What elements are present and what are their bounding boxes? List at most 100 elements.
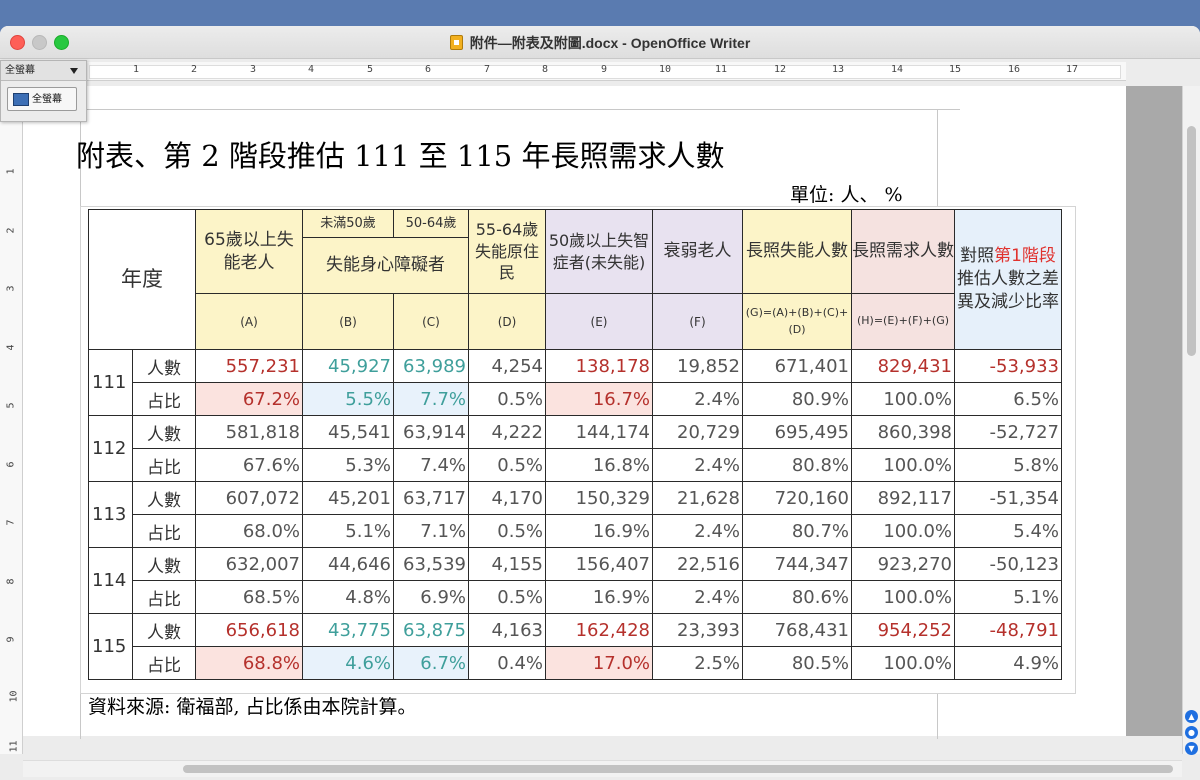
title-bar: 附件—附表及附圖.docx - OpenOffice Writer <box>0 26 1200 59</box>
ruler-number: 14 <box>891 64 904 75</box>
share-cell: 2.4% <box>652 382 743 416</box>
count-cell: 860,398 <box>851 415 955 449</box>
year-cell: 113 <box>88 481 133 548</box>
previous-page-icon[interactable]: ▲ <box>1185 710 1198 723</box>
count-cell: 632,007 <box>195 547 303 581</box>
table-row: 113 人數 607,072 45,201 63,717 4,170 150,329 21,6… <box>88 481 1062 548</box>
count-cell: 923,270 <box>851 547 955 581</box>
count-cell: 581,818 <box>195 415 303 449</box>
ruler-number: 9 <box>601 64 608 75</box>
count-cell: 43,775 <box>302 613 394 647</box>
col-bc-header: 失能身心障礙者 <box>302 237 469 294</box>
count-cell: 162,428 <box>545 613 653 647</box>
count-cell: -52,727 <box>954 415 1062 449</box>
share-cell: 4.6% <box>302 646 394 680</box>
navigator-icon[interactable]: ● <box>1185 726 1198 739</box>
care-demand-table: 年度 65歲以上失能老人 未滿50歲 50-64歲 55-64歲失能原住民 50… <box>88 209 1062 680</box>
row-label-count: 人數 <box>132 547 196 581</box>
ruler-number: 10 <box>8 690 20 703</box>
count-cell: 21,628 <box>652 481 743 515</box>
ruler-number: 13 <box>832 64 845 75</box>
count-cell: 695,495 <box>742 415 852 449</box>
count-cell: 150,329 <box>545 481 653 515</box>
count-cell: 45,201 <box>302 481 394 515</box>
share-cell: 6.9% <box>393 580 469 614</box>
table-row: 占比 68.0% 5.1% 7.1% 0.5% 16.9% 2.4% 80.7% 100.0% 5… <box>89 514 1062 548</box>
share-cell: 4.8% <box>302 580 394 614</box>
count-cell: 63,989 <box>393 349 469 383</box>
horizontal-scrollbar[interactable] <box>23 760 1182 777</box>
ruler-number: 4 <box>5 344 17 351</box>
horizontal-scroll-thumb[interactable] <box>183 765 1173 773</box>
count-cell: 63,539 <box>393 547 469 581</box>
ruler-number: 6 <box>425 64 432 75</box>
ruler-number: 11 <box>8 740 20 753</box>
next-page-icon[interactable]: ▼ <box>1185 742 1198 755</box>
share-cell: 100.0% <box>851 646 955 680</box>
share-cell: 0.5% <box>468 514 546 548</box>
share-cell: 80.8% <box>742 448 852 482</box>
share-cell: 67.2% <box>195 382 303 416</box>
source-note: 資料來源: 衛福部, 占比係由本院計算。 <box>88 696 417 718</box>
col-a-code: (A) <box>195 293 303 350</box>
vertical-ruler[interactable]: 1 2 3 4 5 6 7 8 9 10 11 <box>0 86 23 754</box>
count-cell: 22,516 <box>652 547 743 581</box>
share-cell: 80.9% <box>742 382 852 416</box>
count-cell: 607,072 <box>195 481 303 515</box>
count-cell: 144,174 <box>545 415 653 449</box>
year-cell: 112 <box>88 415 133 482</box>
fullscreen-toolbar-header[interactable]: 全螢幕 <box>1 61 86 81</box>
share-cell: 0.5% <box>468 382 546 416</box>
table-row: 占比 67.2% 5.5% 7.7% 0.5% 16.7% 2.4% 80.9% 100.0% 6… <box>89 382 1062 416</box>
share-cell: 2.5% <box>652 646 743 680</box>
table-row: 111 人數 557,231 45,927 63,989 4,254 138,178 19,8… <box>88 349 1062 416</box>
ruler-number: 5 <box>5 402 17 409</box>
share-cell: 0.4% <box>468 646 546 680</box>
share-cell: 5.4% <box>954 514 1062 548</box>
share-cell: 5.1% <box>954 580 1062 614</box>
count-cell: 63,914 <box>393 415 469 449</box>
count-cell: 768,431 <box>742 613 852 647</box>
vertical-scroll-thumb[interactable] <box>1187 126 1196 356</box>
ruler-number: 2 <box>5 227 17 234</box>
count-cell: 63,875 <box>393 613 469 647</box>
ruler-number: 15 <box>949 64 962 75</box>
count-cell: 4,155 <box>468 547 546 581</box>
ruler-number: 3 <box>5 285 17 292</box>
table-row: 占比 68.5% 4.8% 6.9% 0.5% 16.9% 2.4% 80.6% 100.0% 5… <box>89 580 1062 614</box>
ruler-number: 7 <box>5 519 17 526</box>
ruler-number: 11 <box>715 64 728 75</box>
col-e-code: (E) <box>545 293 653 350</box>
dropdown-arrow-icon[interactable] <box>70 68 78 74</box>
share-cell: 100.0% <box>851 514 955 548</box>
year-cell: 114 <box>88 547 133 614</box>
row-label-share: 占比 <box>132 448 196 482</box>
count-cell: 4,163 <box>468 613 546 647</box>
horizontal-ruler[interactable]: 1 2 3 4 5 6 7 8 9 10 11 12 13 14 15 16 1… <box>86 62 1126 81</box>
row-label-share: 占比 <box>132 514 196 548</box>
fullscreen-button[interactable]: 全螢幕 <box>7 87 77 111</box>
count-cell: 557,231 <box>195 349 303 383</box>
share-cell: 6.5% <box>954 382 1062 416</box>
col-d-code: (D) <box>468 293 546 350</box>
col-c-top-header: 50-64歲 <box>393 209 469 238</box>
document-title: 附表、第 2 階段推估 111 至 115 年長照需求人數 <box>76 139 725 173</box>
col-i-header-red: 第1階段 <box>994 246 1056 267</box>
fullscreen-toolbar-title: 全螢幕 <box>5 65 35 76</box>
year-header: 年度 <box>88 209 196 350</box>
share-cell: 4.9% <box>954 646 1062 680</box>
ruler-number: 16 <box>1008 64 1021 75</box>
share-cell: 5.1% <box>302 514 394 548</box>
vertical-scrollbar[interactable]: ▲ ● ▼ <box>1182 86 1200 755</box>
fullscreen-button-label: 全螢幕 <box>32 94 62 105</box>
count-cell: 829,431 <box>851 349 955 383</box>
ruler-number: 8 <box>5 578 17 585</box>
document-icon <box>449 35 463 50</box>
table-row: 占比 67.6% 5.3% 7.4% 0.5% 16.8% 2.4% 80.8% 100.0% 5… <box>89 448 1062 482</box>
share-cell: 16.7% <box>545 382 653 416</box>
share-cell: 5.3% <box>302 448 394 482</box>
count-cell: 138,178 <box>545 349 653 383</box>
col-a-header: 65歲以上失能老人 <box>195 209 303 294</box>
share-cell: 100.0% <box>851 382 955 416</box>
ruler-number: 17 <box>1066 64 1079 75</box>
